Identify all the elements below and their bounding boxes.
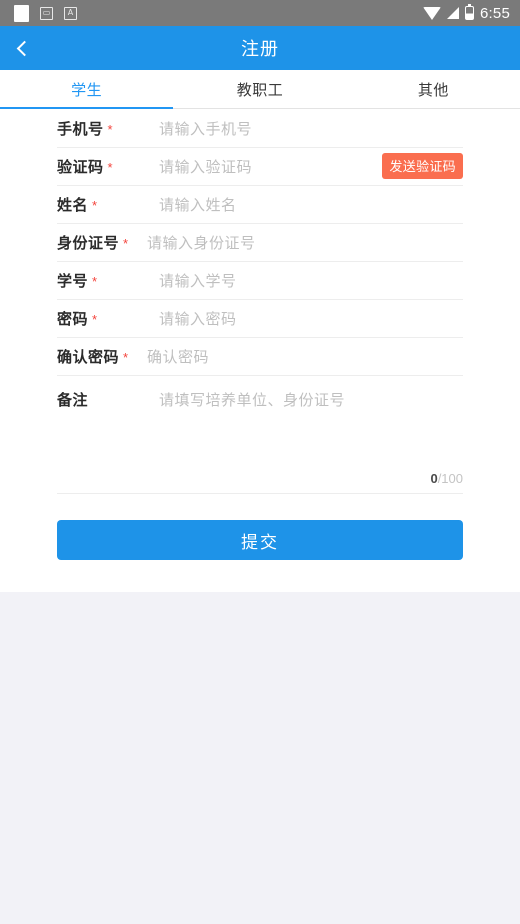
field-label-id-number: 身份证号 <box>57 234 120 252</box>
tab-other[interactable]: 其他 <box>347 70 520 108</box>
status-bar-left-icons: ▭ A <box>14 4 423 22</box>
status-bar-right-icons: 6:55 <box>423 4 510 22</box>
field-label-remark-wrap: 备注 <box>57 389 147 410</box>
field-label-name: 姓名 <box>57 196 89 214</box>
app-bar: 注册 <box>0 26 520 70</box>
sd-card-icon: ▭ <box>40 6 53 20</box>
page-background <box>0 592 520 924</box>
field-label-id-number-wrap: 身份证号 * <box>57 232 147 253</box>
wifi-icon <box>423 6 441 20</box>
input-phone[interactable]: 请输入手机号 <box>159 118 463 139</box>
field-row-name: 姓名 * 请输入姓名 <box>0 185 520 223</box>
field-label-confirm-password: 确认密码 <box>57 348 120 366</box>
field-row-remark: 备注 请填写培养单位、身份证号 <box>0 375 520 471</box>
page-title: 注册 <box>241 39 279 59</box>
field-label-confirm-password-wrap: 确认密码 * <box>57 346 147 367</box>
field-label-phone: 手机号 <box>57 120 104 138</box>
required-asterisk-password: * <box>92 311 98 327</box>
field-row-id-number: 身份证号 * 请输入身份证号 <box>0 223 520 261</box>
status-bar-clock: 6:55 <box>480 4 510 22</box>
tab-staff[interactable]: 教职工 <box>173 70 346 108</box>
send-code-button[interactable]: 发送验证码 <box>382 153 463 179</box>
input-student-id[interactable]: 请输入学号 <box>159 270 463 291</box>
remark-char-count: 0 <box>430 471 438 486</box>
tab-student-label: 学生 <box>71 81 103 99</box>
input-verify-code[interactable]: 请输入验证码 <box>159 156 382 177</box>
field-label-name-wrap: 姓名 * <box>57 194 147 215</box>
back-button[interactable] <box>0 26 46 70</box>
tab-student[interactable]: 学生 <box>0 70 174 109</box>
tab-other-label: 其他 <box>417 81 449 99</box>
tab-staff-label: 教职工 <box>236 81 284 99</box>
remark-char-limit: /100 <box>437 471 463 486</box>
field-row-password: 密码 * 请输入密码 <box>0 299 520 337</box>
status-bar: ▭ A 6:55 <box>0 0 520 26</box>
submit-area: 提交 <box>0 494 520 588</box>
submit-button[interactable]: 提交 <box>57 520 463 560</box>
field-label-password: 密码 <box>57 310 89 328</box>
field-label-student-id-wrap: 学号 * <box>57 270 147 291</box>
input-remark[interactable]: 请填写培养单位、身份证号 <box>159 389 463 410</box>
field-row-verify-code: 验证码 * 请输入验证码 发送验证码 <box>0 147 520 185</box>
required-asterisk-confirm-password: * <box>123 349 129 365</box>
tab-bar: 学生 教职工 其他 <box>0 70 520 109</box>
input-id-number[interactable]: 请输入身份证号 <box>147 232 463 253</box>
remark-char-counter: 0/100 <box>0 471 520 494</box>
input-name[interactable]: 请输入姓名 <box>159 194 463 215</box>
field-row-phone: 手机号 * 请输入手机号 <box>0 109 520 147</box>
field-label-verify-code-wrap: 验证码 * <box>57 156 147 177</box>
field-label-verify-code: 验证码 <box>57 158 104 176</box>
field-row-student-id: 学号 * 请输入学号 <box>0 261 520 299</box>
input-password[interactable]: 请输入密码 <box>159 308 463 329</box>
input-confirm-password[interactable]: 确认密码 <box>147 346 463 367</box>
required-asterisk-id-number: * <box>123 235 129 251</box>
field-label-phone-wrap: 手机号 * <box>57 118 147 139</box>
chevron-left-icon <box>16 40 33 56</box>
required-asterisk-student-id: * <box>92 273 98 289</box>
field-label-student-id: 学号 <box>57 272 89 290</box>
font-size-icon: A <box>64 6 77 20</box>
signal-icon <box>447 7 459 19</box>
required-asterisk-verify-code: * <box>107 159 113 175</box>
registration-form: 手机号 * 请输入手机号 验证码 * 请输入验证码 发送验证码 姓名 * 请输入… <box>0 109 520 592</box>
app-screen: ▭ A 6:55 注册 学生 教职工 其他 手机号 * 请输入手机号 验证码 *… <box>0 0 520 924</box>
field-row-confirm-password: 确认密码 * 确认密码 <box>0 337 520 375</box>
field-label-password-wrap: 密码 * <box>57 308 147 329</box>
required-asterisk-phone: * <box>107 121 113 137</box>
field-label-remark: 备注 <box>57 392 89 409</box>
white-square-icon <box>14 4 29 22</box>
required-asterisk-name: * <box>92 197 98 213</box>
battery-icon <box>465 4 474 20</box>
